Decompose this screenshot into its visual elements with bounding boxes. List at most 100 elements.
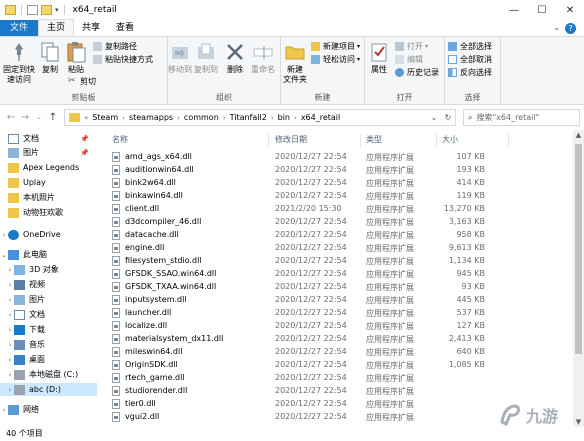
chevron-right-icon[interactable]: › bbox=[0, 231, 8, 239]
chevron-right-icon[interactable]: › bbox=[6, 326, 14, 334]
address-overflow[interactable]: « bbox=[84, 114, 88, 122]
chevron-right-icon[interactable]: › bbox=[6, 266, 14, 274]
chevron-right-icon[interactable]: › bbox=[294, 114, 297, 122]
sidebar-item-documents-pinned[interactable]: 文档 📌 bbox=[0, 132, 97, 145]
sidebar-item-music[interactable]: › 音乐 bbox=[0, 338, 97, 351]
file-row[interactable]: filesystem_stdio.dll 2020/12/27 22:54 应用程序… bbox=[108, 255, 508, 268]
chevron-right-icon[interactable]: › bbox=[6, 311, 14, 319]
copy-to-button[interactable]: 复制到 bbox=[192, 41, 220, 75]
chevron-right-icon[interactable]: › bbox=[0, 406, 8, 414]
sidebar-item-network[interactable]: › 网络 bbox=[0, 403, 97, 416]
recent-locations-button[interactable]: ⌄ bbox=[32, 113, 46, 121]
chevron-right-icon[interactable]: › bbox=[177, 114, 180, 122]
file-row[interactable]: materialsystem_dx11.dll 2020/12/27 22:54 应… bbox=[108, 333, 508, 346]
file-row[interactable]: amd_ags_x64.dll 2020/12/27 22:54 应用程序扩展 107… bbox=[108, 151, 508, 164]
sidebar-item-drive-d[interactable]: › abc (D:) bbox=[0, 383, 97, 396]
breadcrumb-steam[interactable]: Steam bbox=[92, 113, 118, 122]
file-row[interactable]: binkawin64.dll 2020/12/27 22:54 应用程序扩展 119 … bbox=[108, 190, 508, 203]
file-row[interactable]: mileswin64.dll 2020/12/27 22:54 应用程序扩展 640 … bbox=[108, 346, 508, 359]
easy-access-button[interactable]: 轻松访问 ▾ bbox=[311, 54, 360, 65]
file-row[interactable]: inputsystem.dll 2020/12/27 22:54 应用程序扩展 445… bbox=[108, 294, 508, 307]
sidebar-item-onedrive[interactable]: › OneDrive bbox=[0, 228, 97, 241]
sidebar-item-apex-legends[interactable]: Apex Legends bbox=[0, 161, 97, 174]
customize-quick-access-icon[interactable]: ▾ bbox=[55, 6, 59, 14]
file-row[interactable]: client.dll 2021/2/20 15:30 应用程序扩展 13,270 KB bbox=[108, 203, 508, 216]
chevron-right-icon[interactable]: › bbox=[223, 114, 226, 122]
breadcrumb-titanfall2[interactable]: Titanfall2 bbox=[230, 113, 267, 122]
vertical-scrollbar[interactable]: ▲ ▼ bbox=[573, 130, 584, 427]
copy-path-button[interactable]: 复制路径 bbox=[93, 41, 137, 52]
file-row[interactable]: launcher.dll 2020/12/27 22:54 应用程序扩展 537 KB bbox=[108, 307, 508, 320]
chevron-right-icon[interactable]: › bbox=[6, 296, 14, 304]
new-folder-button[interactable]: 新建 文件夹 bbox=[281, 41, 309, 85]
minimize-button[interactable]: — bbox=[500, 0, 528, 20]
file-row[interactable]: rtech_game.dll 2020/12/27 22:54 应用程序扩展 bbox=[108, 372, 508, 385]
column-header-date[interactable]: 修改日期 bbox=[275, 134, 307, 145]
file-row[interactable]: studiorender.dll 2020/12/27 22:54 应用程序扩展 bbox=[108, 385, 508, 398]
sidebar-item-drive-c[interactable]: › 本地磁盘 (C:) bbox=[0, 368, 97, 381]
sidebar-item-downloads[interactable]: › 下载 bbox=[0, 323, 97, 336]
history-button[interactable]: 历史记录 bbox=[395, 67, 439, 78]
chevron-right-icon[interactable]: › bbox=[6, 281, 14, 289]
cut-button[interactable]: ✂ 剪切 bbox=[68, 76, 96, 87]
sidebar-item-uplay[interactable]: Uplay bbox=[0, 176, 97, 189]
file-row[interactable]: bink2w64.dll 2020/12/27 22:54 应用程序扩展 414 KB bbox=[108, 177, 508, 190]
paste-shortcut-button[interactable]: 粘贴快捷方式 bbox=[93, 54, 153, 65]
delete-button[interactable]: 删除 bbox=[224, 41, 246, 75]
rename-button[interactable]: 重命名 bbox=[248, 41, 278, 75]
close-button[interactable]: ✕ bbox=[556, 0, 584, 20]
file-row[interactable]: tier0.dll 2020/12/27 22:54 应用程序扩展 bbox=[108, 398, 508, 411]
sidebar-item-local-photos[interactable]: 本机照片 bbox=[0, 191, 97, 204]
sidebar-item-documents[interactable]: › 文档 bbox=[0, 308, 97, 321]
column-header-type[interactable]: 类型 bbox=[366, 134, 382, 145]
file-row[interactable]: localize.dll 2020/12/27 22:54 应用程序扩展 127 KB bbox=[108, 320, 508, 333]
tab-home[interactable]: 主页 bbox=[38, 19, 75, 36]
maximize-button[interactable]: ☐ bbox=[528, 0, 556, 20]
move-to-button[interactable]: 移动到 bbox=[166, 41, 194, 75]
sidebar-item-pictures[interactable]: › 图片 bbox=[0, 293, 97, 306]
address-dropdown-icon[interactable]: ⌄ bbox=[427, 110, 441, 125]
new-item-button[interactable]: 新建项目 ▾ bbox=[311, 41, 360, 52]
chevron-right-icon[interactable]: › bbox=[271, 114, 274, 122]
sidebar-item-pictures-pinned[interactable]: 图片 📌 bbox=[0, 146, 97, 159]
breadcrumb-bin[interactable]: bin bbox=[278, 113, 290, 122]
back-button[interactable]: ← bbox=[4, 112, 18, 123]
properties-icon[interactable] bbox=[27, 5, 38, 15]
chevron-right-icon[interactable]: › bbox=[6, 341, 14, 349]
sidebar-item-this-pc[interactable]: ⌄ 此电脑 bbox=[0, 248, 97, 261]
scrollbar-thumb[interactable] bbox=[575, 144, 582, 354]
file-row[interactable]: GFSDK_SSAO.win64.dll 2020/12/27 22:54 应用程序… bbox=[108, 268, 508, 281]
sidebar-item-3d-objects[interactable]: › 3D 对象 bbox=[0, 263, 97, 276]
forward-button[interactable]: → bbox=[18, 112, 32, 123]
scroll-up-icon[interactable]: ▲ bbox=[573, 131, 584, 139]
copy-button[interactable]: 复制 bbox=[38, 41, 62, 75]
select-none-button[interactable]: 全部取消 bbox=[448, 54, 492, 65]
help-icon[interactable]: ? bbox=[565, 23, 576, 34]
ribbon-collapse-icon[interactable]: ⌄ bbox=[553, 23, 560, 32]
file-row[interactable]: auditionwin64.dll 2020/12/27 22:54 应用程序扩展 1… bbox=[108, 164, 508, 177]
file-row[interactable]: OriginSDK.dll 2020/12/27 22:54 应用程序扩展 1,085… bbox=[108, 359, 508, 372]
file-row[interactable]: d3dcompiler_46.dll 2020/12/27 22:54 应用程序扩展… bbox=[108, 216, 508, 229]
address-bar[interactable]: « Steam › steamapps › common › Titanfall… bbox=[64, 109, 456, 126]
chevron-right-icon[interactable]: › bbox=[6, 371, 14, 379]
column-header-size[interactable]: 大小 bbox=[442, 134, 458, 145]
open-button[interactable]: 打开 ▾ bbox=[395, 41, 428, 52]
properties-button[interactable]: 属性 bbox=[367, 41, 391, 75]
scroll-down-icon[interactable]: ▼ bbox=[573, 418, 584, 426]
new-folder-icon[interactable] bbox=[41, 5, 52, 15]
file-row[interactable]: datacache.dll 2020/12/27 22:54 应用程序扩展 958 K… bbox=[108, 229, 508, 242]
pin-quick-access-button[interactable]: 固定到快 速访问 bbox=[2, 41, 36, 85]
file-row[interactable]: engine.dll 2020/12/27 22:54 应用程序扩展 9,613 KB bbox=[108, 242, 508, 255]
invert-selection-button[interactable]: 反向选择 bbox=[448, 67, 492, 78]
tab-file[interactable]: 文件 bbox=[0, 20, 39, 36]
select-all-button[interactable]: 全部选择 bbox=[448, 41, 492, 52]
chevron-right-icon[interactable]: › bbox=[6, 386, 14, 394]
column-header-name[interactable]: 名称 bbox=[112, 134, 128, 145]
breadcrumb-common[interactable]: common bbox=[184, 113, 219, 122]
edit-button[interactable]: 编辑 bbox=[395, 54, 423, 65]
sidebar-item-videos[interactable]: › 视频 bbox=[0, 278, 97, 291]
paste-button[interactable]: 粘贴 bbox=[64, 41, 88, 75]
breadcrumb-x64-retail[interactable]: x64_retail bbox=[301, 113, 340, 122]
chevron-down-icon[interactable]: ⌄ bbox=[0, 251, 8, 259]
file-row[interactable]: vgui2.dll 2020/12/27 22:54 应用程序扩展 bbox=[108, 411, 508, 424]
